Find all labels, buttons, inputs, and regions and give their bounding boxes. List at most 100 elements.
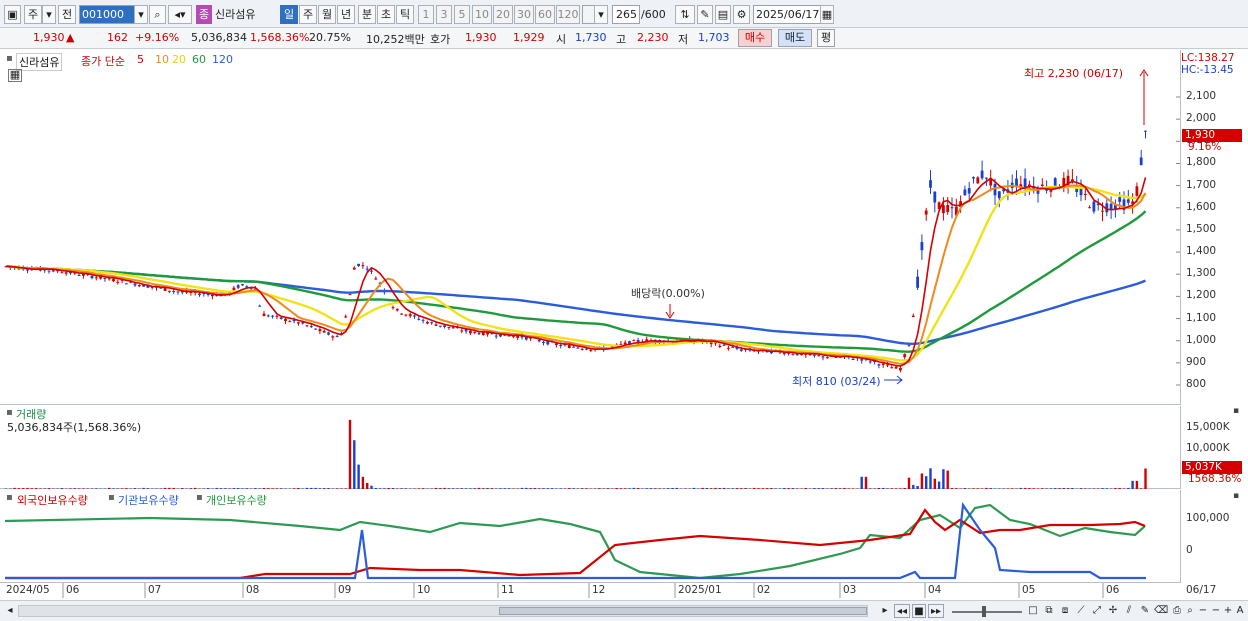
high-annotation: 최고 2,230 (06/17) [1024, 67, 1124, 80]
eraser-icon[interactable]: ⌫ [1154, 604, 1168, 618]
candle-body [967, 188, 971, 194]
volume-bar [636, 488, 640, 489]
volume-bar [894, 488, 898, 489]
volume-bar [1131, 480, 1134, 489]
volume-bar [456, 488, 459, 489]
volume-bar [864, 476, 868, 489]
volume-bar [275, 488, 279, 489]
crosshair-icon[interactable]: ✢ [1106, 604, 1120, 618]
fit-icon[interactable]: ⧈ [1058, 604, 1072, 618]
price-tick-label: 1,100 [1186, 311, 1217, 324]
volume-bar [292, 488, 296, 489]
stop-icon[interactable]: ■ [912, 604, 926, 618]
volume-bar [267, 488, 270, 489]
volume-bar [1032, 488, 1035, 489]
candle-body [559, 344, 563, 347]
volume-bar [667, 488, 670, 489]
candle-body [271, 315, 274, 317]
candle-body [404, 314, 408, 316]
scrollbar-track[interactable] [18, 605, 868, 617]
zoom-slider[interactable] [952, 606, 1022, 617]
candle-body [636, 339, 640, 342]
candle-body [731, 346, 735, 348]
candle-body [585, 348, 588, 350]
volume-bar [116, 488, 119, 489]
candle-body [172, 291, 176, 293]
price-tick-label: 800 [1186, 378, 1207, 390]
volume-bar [765, 488, 769, 489]
candle-body [851, 358, 855, 360]
volume-tick-15000k: 15,000K [1186, 421, 1230, 433]
candle-body [258, 305, 262, 307]
volume-bar [305, 487, 309, 489]
volume-bar [684, 488, 687, 489]
scroll-right-icon[interactable]: ▸ [878, 604, 892, 618]
candle-body [176, 291, 180, 293]
volume-bar [477, 487, 481, 489]
forward-icon[interactable]: ▸▸ [928, 604, 944, 618]
volume-bar [899, 488, 902, 489]
volume-bar [731, 488, 734, 489]
trend-tool-icon[interactable]: ⤢ [1090, 604, 1104, 618]
line-tool-icon[interactable]: ⟋ [1074, 604, 1088, 618]
price-tick-label: 900 [1186, 355, 1207, 368]
candle-body [572, 346, 575, 348]
zoom-out-icon[interactable]: − [1197, 604, 1209, 618]
price-tick-label: 1,800 [1186, 156, 1217, 169]
volume-bar [77, 488, 81, 489]
volume-bar [1011, 488, 1014, 489]
zoom-slider-handle[interactable] [982, 606, 986, 617]
volume-bar [821, 488, 825, 489]
candle-body [168, 290, 171, 292]
candle-body [443, 325, 446, 327]
candle-body [322, 330, 326, 333]
volume-bar [912, 484, 915, 489]
volume-bar [718, 487, 721, 489]
volume-bar [172, 487, 175, 489]
scrollbar-thumb[interactable] [499, 607, 867, 615]
rewind-icon[interactable]: ◂◂ [894, 604, 910, 618]
volume-bar [1006, 488, 1010, 489]
candle-body [137, 285, 141, 287]
volume-bar [26, 487, 29, 489]
candle-body [60, 272, 64, 274]
candle-body [877, 364, 881, 366]
candle-body [1023, 178, 1027, 188]
x-tick-label: 02 [757, 584, 771, 596]
candle-body [899, 368, 902, 371]
channel-tool-icon[interactable]: ⫽ [1122, 604, 1136, 618]
candle-body [357, 263, 360, 266]
volume-bar [323, 488, 326, 489]
scroll-left-icon[interactable]: ◂ [4, 604, 16, 618]
volume-bar [632, 487, 635, 489]
box-zoom-icon[interactable]: □ [1026, 604, 1040, 618]
candle-body [211, 294, 214, 297]
volume-bar [1144, 468, 1147, 489]
zoom-reset-icon[interactable]: − [1210, 604, 1222, 618]
candle-body [77, 275, 81, 277]
volume-bar [469, 488, 472, 489]
candle-body [400, 313, 403, 315]
pencil-icon[interactable]: ✎ [1138, 604, 1152, 618]
volume-bar [206, 488, 210, 489]
candle-body [555, 343, 558, 345]
volume-bar [318, 488, 322, 489]
font-size-icon[interactable]: A [1234, 604, 1246, 618]
candle-body [279, 317, 283, 319]
candle-body [980, 170, 984, 179]
magnifier-icon[interactable]: ⌕ [1184, 604, 1196, 618]
volume-bar [439, 488, 442, 489]
volume-bar [22, 488, 25, 489]
copy-icon[interactable]: ⧉ [1042, 604, 1056, 618]
volume-bar [194, 487, 197, 489]
candle-body [408, 314, 412, 317]
candle-body [1118, 197, 1122, 202]
volume-bar [753, 487, 756, 489]
chart-canvas[interactable] [0, 0, 1248, 600]
volume-bar [13, 487, 16, 489]
volume-bar [370, 485, 373, 489]
candle-body [288, 321, 292, 323]
ma10-line [5, 184, 1147, 365]
print-icon[interactable]: ⎙ [1170, 604, 1184, 618]
zoom-in-icon[interactable]: + [1222, 604, 1234, 618]
